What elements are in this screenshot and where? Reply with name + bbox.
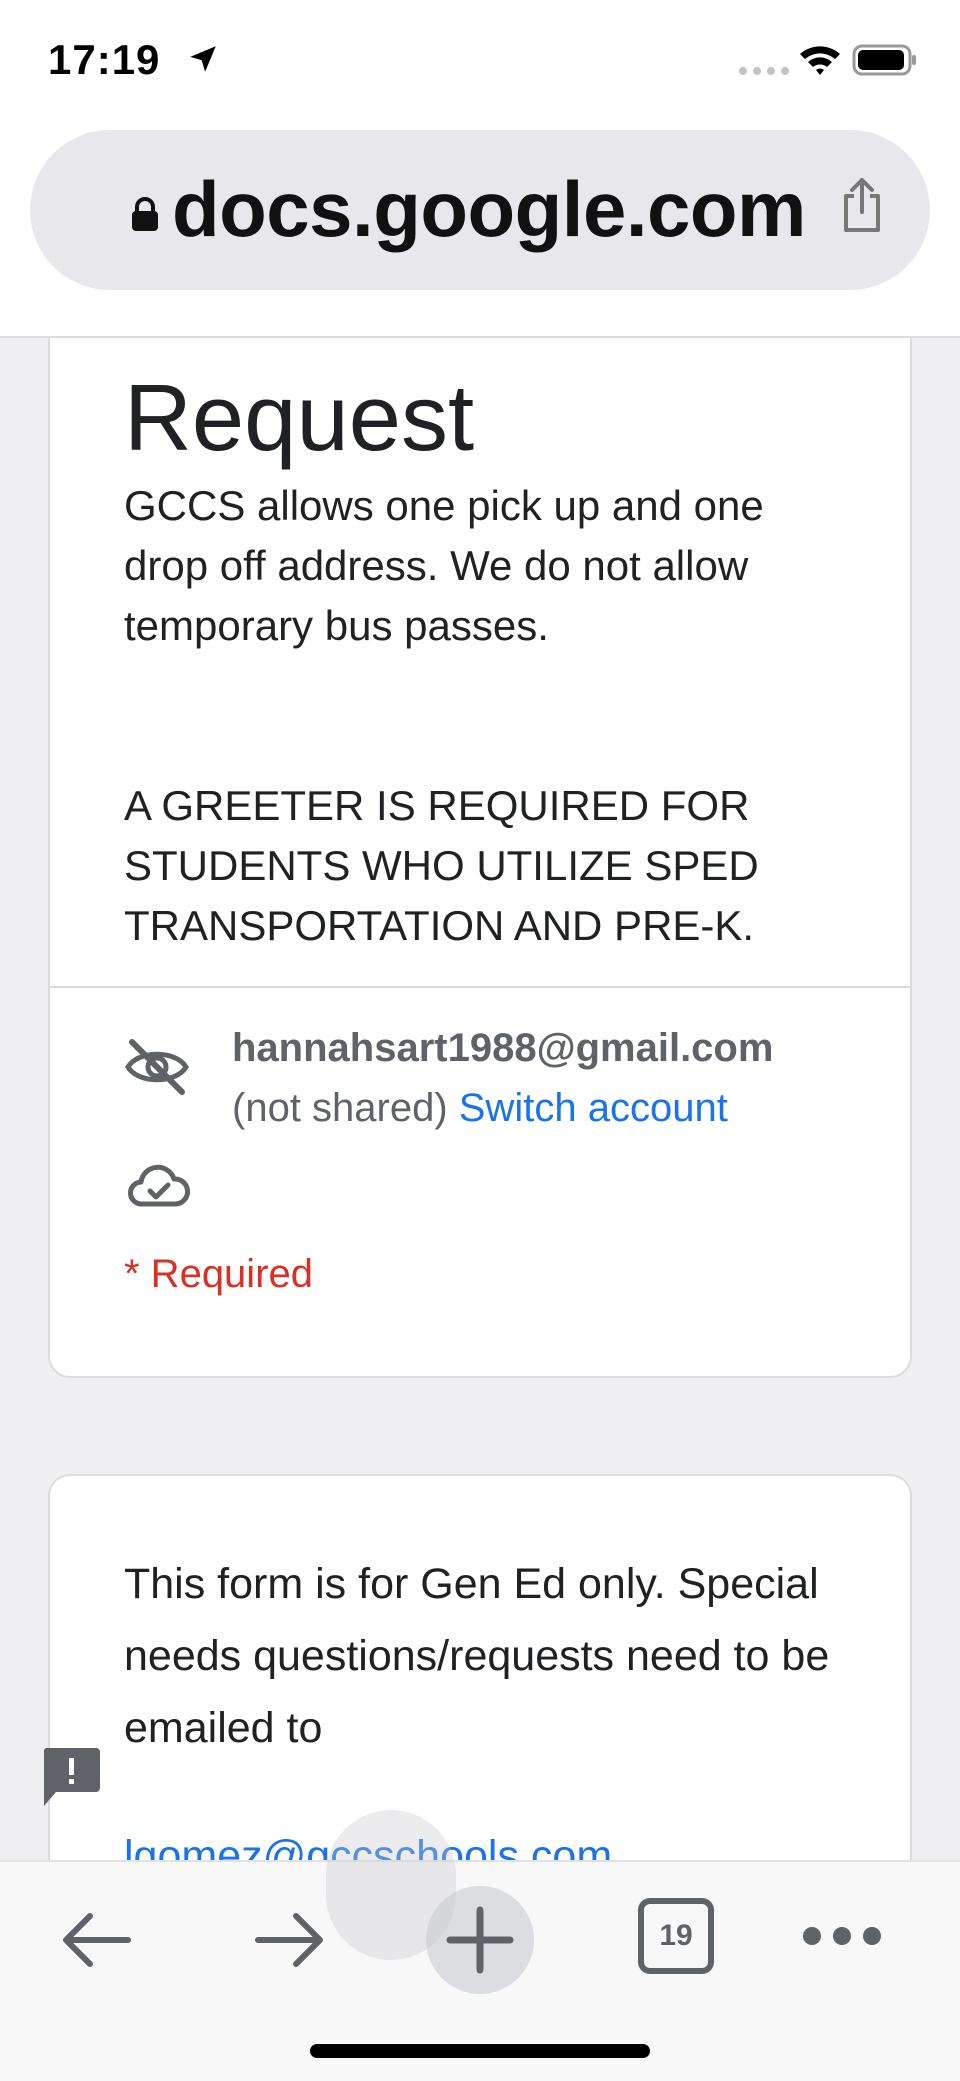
cellular-signal-icon [739,67,789,75]
not-shared-label: (not shared) [232,1086,448,1130]
eye-off-icon [125,1039,189,1095]
battery-icon [852,44,916,76]
more-dots-icon[interactable] [800,1924,884,1948]
status-time: 17:19 [48,36,161,83]
url-text: docs.google.com [172,165,806,253]
account-email: hannahsart1988@gmail.com [232,1026,774,1070]
form-header-card: Request GCCS allows one pick up and one … [48,338,912,1378]
lock-icon [132,197,158,231]
form-title: Request [124,365,475,470]
required-note: * Required [124,1252,314,1296]
form-section-card: This form is for Gen Ed only. Special ne… [48,1474,912,1860]
switch-account-link[interactable]: Switch account [459,1086,728,1130]
feedback-icon[interactable] [40,1746,102,1810]
back-arrow-icon[interactable] [50,1892,146,1988]
address-bar[interactable]: docs.google.com [30,130,930,290]
cloud-check-icon [128,1164,190,1207]
status-bar: 17:19 [0,0,960,120]
account-status: (not shared) Switch account [232,1086,728,1131]
divider [50,986,910,988]
wifi-icon [800,46,840,75]
tab-count-button[interactable]: 19 [638,1898,714,1974]
form-description: GCCS allows one pick up and one drop off… [124,482,764,649]
section-description: This form is for Gen Ed only. Special ne… [124,1560,830,1752]
browser-toolbar: 19 [0,1860,960,2081]
share-icon[interactable] [838,176,886,234]
forward-arrow-icon[interactable] [240,1892,336,1988]
form-notice: A GREETER IS REQUIRED FOR STUDENTS WHO U… [124,782,759,949]
page-content: Request GCCS allows one pick up and one … [0,338,960,1860]
floating-overlay [326,1810,456,1960]
browser-address-area: docs.google.com [0,120,960,338]
location-arrow-icon [190,46,216,72]
home-indicator [310,2044,650,2058]
